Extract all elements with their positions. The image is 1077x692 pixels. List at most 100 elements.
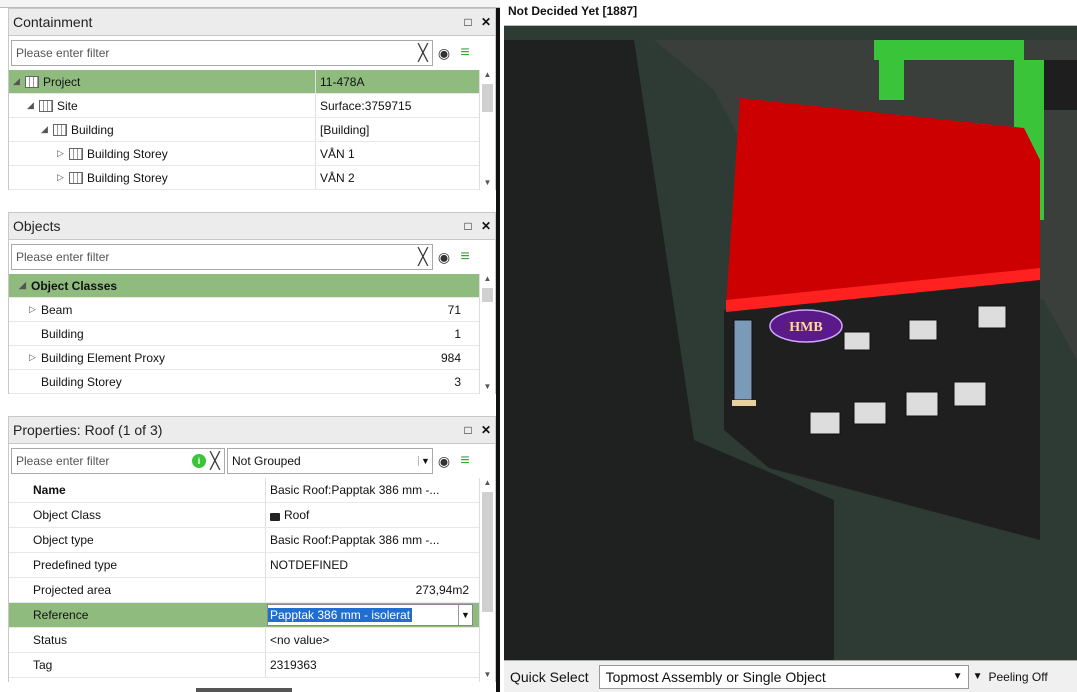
expand-icon[interactable]: ▷	[57, 148, 69, 159]
clear-filter-icon[interactable]: ╳	[206, 451, 224, 471]
quick-select-value: Topmost Assembly or Single Object	[605, 668, 826, 685]
object-row-proxy[interactable]: ▷ Building Element Proxy 984	[9, 346, 495, 370]
object-classes-label: Object Classes	[31, 278, 118, 293]
expand-icon[interactable]: ▷	[57, 172, 69, 183]
scroll-down-icon[interactable]: ▼	[480, 382, 495, 394]
quick-select-dropdown[interactable]: Topmost Assembly or Single Object ▼	[598, 664, 969, 689]
collapse-icon[interactable]: ◢	[19, 280, 31, 291]
scroll-down-icon[interactable]: ▼	[480, 178, 495, 190]
grouping-value: Not Grouped	[232, 454, 301, 468]
tree-row-building[interactable]: ◢ Building [Building]	[9, 118, 495, 142]
window	[853, 401, 887, 425]
object-row-beam[interactable]: ▷ Beam 71	[9, 298, 495, 322]
objects-list: ◢ Object Classes ▷ Beam 71 Building 1 ▷ Bui…	[8, 274, 496, 394]
scroll-up-icon[interactable]: ▲	[480, 70, 495, 82]
menu-icon[interactable]: ≡	[455, 452, 475, 470]
info-icon[interactable]: i	[192, 454, 206, 468]
grid-icon	[53, 123, 67, 136]
tree-row-value: Surface:3759715	[315, 94, 441, 117]
containment-scrollbar[interactable]: ▲ ▼	[479, 70, 495, 190]
tree-row-storey-1[interactable]: ▷ Building Storey VÅN 1	[9, 142, 495, 166]
objects-scrollbar[interactable]: ▲ ▼	[479, 274, 495, 394]
containment-filter-row: Please enter filter ╳ ◉ ≡	[8, 36, 496, 70]
peeling-dropdown-icon[interactable]: ▼	[973, 671, 983, 682]
prop-value[interactable]: Papptak 386 mm - isolerat	[268, 608, 413, 622]
maximize-icon[interactable]: □	[459, 219, 477, 233]
close-icon[interactable]: ✕	[477, 423, 495, 437]
menu-icon[interactable]: ≡	[455, 248, 475, 266]
clear-filter-icon[interactable]: ╳	[414, 43, 432, 63]
prop-row-name[interactable]: Name Basic Roof:Papptak 386 mm -...	[9, 478, 495, 503]
collapse-icon[interactable]: ◢	[27, 100, 39, 111]
reference-edit-field[interactable]: Papptak 386 mm - isolerat ▼	[267, 604, 473, 626]
properties-filter-input[interactable]: Please enter filter i ╳	[11, 448, 225, 474]
properties-header: Properties: Roof (1 of 3) □ ✕	[8, 416, 496, 444]
prop-row-tag[interactable]: Tag 2319363	[9, 653, 495, 678]
scroll-up-icon[interactable]: ▲	[480, 478, 495, 490]
model-scene[interactable]: HMB	[504, 0, 1077, 692]
object-row-storey[interactable]: Building Storey 3	[9, 370, 495, 394]
scroll-thumb[interactable]	[482, 84, 493, 112]
tree-row-project[interactable]: ◢ Project 11-478A	[9, 70, 495, 94]
app-window: Containment □ ✕ Please enter filter ╳ ◉ …	[0, 0, 1077, 692]
prop-row-object-type[interactable]: Object type Basic Roof:Papptak 386 mm -.…	[9, 528, 495, 553]
properties-title: Properties: Roof (1 of 3)	[13, 422, 163, 438]
close-icon[interactable]: ✕	[477, 219, 495, 233]
expand-icon[interactable]: ▷	[29, 352, 41, 363]
resize-handle[interactable]	[196, 688, 292, 692]
chevron-down-icon[interactable]: ▼	[948, 671, 968, 682]
objects-filter-input[interactable]: Please enter filter ╳	[11, 244, 433, 270]
gear-icon[interactable]: ◉	[433, 45, 455, 62]
properties-panel: Properties: Roof (1 of 3) □ ✕ Please ent…	[8, 416, 496, 682]
entrance-glass	[733, 319, 753, 401]
prop-value: <no value>	[265, 628, 473, 652]
window	[905, 391, 939, 417]
gear-icon[interactable]: ◉	[433, 249, 455, 266]
prop-label: Predefined type	[33, 558, 118, 572]
3d-viewport[interactable]: HMB Not Decided Yet [1887] Quick Select …	[504, 0, 1077, 692]
prop-label: Object type	[33, 533, 94, 547]
chevron-down-icon[interactable]: ▼	[418, 456, 432, 466]
menu-icon[interactable]: ≡	[455, 44, 475, 62]
object-row-count: 1	[454, 326, 461, 341]
tree-row-value: 11-478A	[315, 70, 441, 93]
prop-row-projected-area[interactable]: Projected area 273,94m2	[9, 578, 495, 603]
containment-title: Containment	[13, 14, 93, 30]
prop-label: Reference	[33, 608, 89, 622]
close-icon[interactable]: ✕	[477, 15, 495, 29]
grid-icon	[69, 147, 83, 160]
prop-value: Basic Roof:Papptak 386 mm -...	[265, 478, 473, 502]
scroll-up-icon[interactable]: ▲	[480, 274, 495, 286]
scroll-down-icon[interactable]: ▼	[480, 670, 495, 682]
maximize-icon[interactable]: □	[459, 423, 477, 437]
collapse-icon[interactable]: ◢	[13, 76, 25, 87]
prop-label: Projected area	[33, 583, 112, 597]
prop-label: Tag	[33, 658, 53, 672]
properties-scrollbar[interactable]: ▲ ▼	[479, 478, 495, 682]
object-row-label: Building	[41, 326, 84, 341]
prop-row-status[interactable]: Status <no value>	[9, 628, 495, 653]
scroll-thumb[interactable]	[482, 288, 493, 302]
prop-row-reference[interactable]: Reference Papptak 386 mm - isolerat ▼	[9, 603, 495, 628]
objects-title: Objects	[13, 218, 61, 234]
maximize-icon[interactable]: □	[459, 15, 477, 29]
prop-value: NOTDEFINED	[265, 553, 473, 577]
expand-icon[interactable]: ▷	[29, 304, 41, 315]
grouping-select[interactable]: Not Grouped ▼	[227, 448, 433, 474]
collapse-icon[interactable]: ◢	[41, 124, 53, 135]
tree-row-site[interactable]: ◢ Site Surface:3759715	[9, 94, 495, 118]
peeling-toggle[interactable]: Peeling Off	[989, 670, 1048, 684]
prop-row-predefined-type[interactable]: Predefined type NOTDEFINED	[9, 553, 495, 578]
tree-row-label: Building	[71, 122, 114, 137]
object-classes-header[interactable]: ◢ Object Classes	[9, 274, 495, 298]
chevron-down-icon[interactable]: ▼	[458, 605, 472, 625]
tree-row-storey-2[interactable]: ▷ Building Storey VÅN 2	[9, 166, 495, 190]
gear-icon[interactable]: ◉	[433, 453, 455, 470]
object-row-count: 71	[447, 302, 461, 317]
object-row-building[interactable]: Building 1	[9, 322, 495, 346]
window	[953, 381, 987, 407]
containment-filter-input[interactable]: Please enter filter ╳	[11, 40, 433, 66]
scroll-thumb[interactable]	[482, 492, 493, 612]
clear-filter-icon[interactable]: ╳	[414, 247, 432, 267]
prop-row-object-class[interactable]: Object Class Roof	[9, 503, 495, 528]
